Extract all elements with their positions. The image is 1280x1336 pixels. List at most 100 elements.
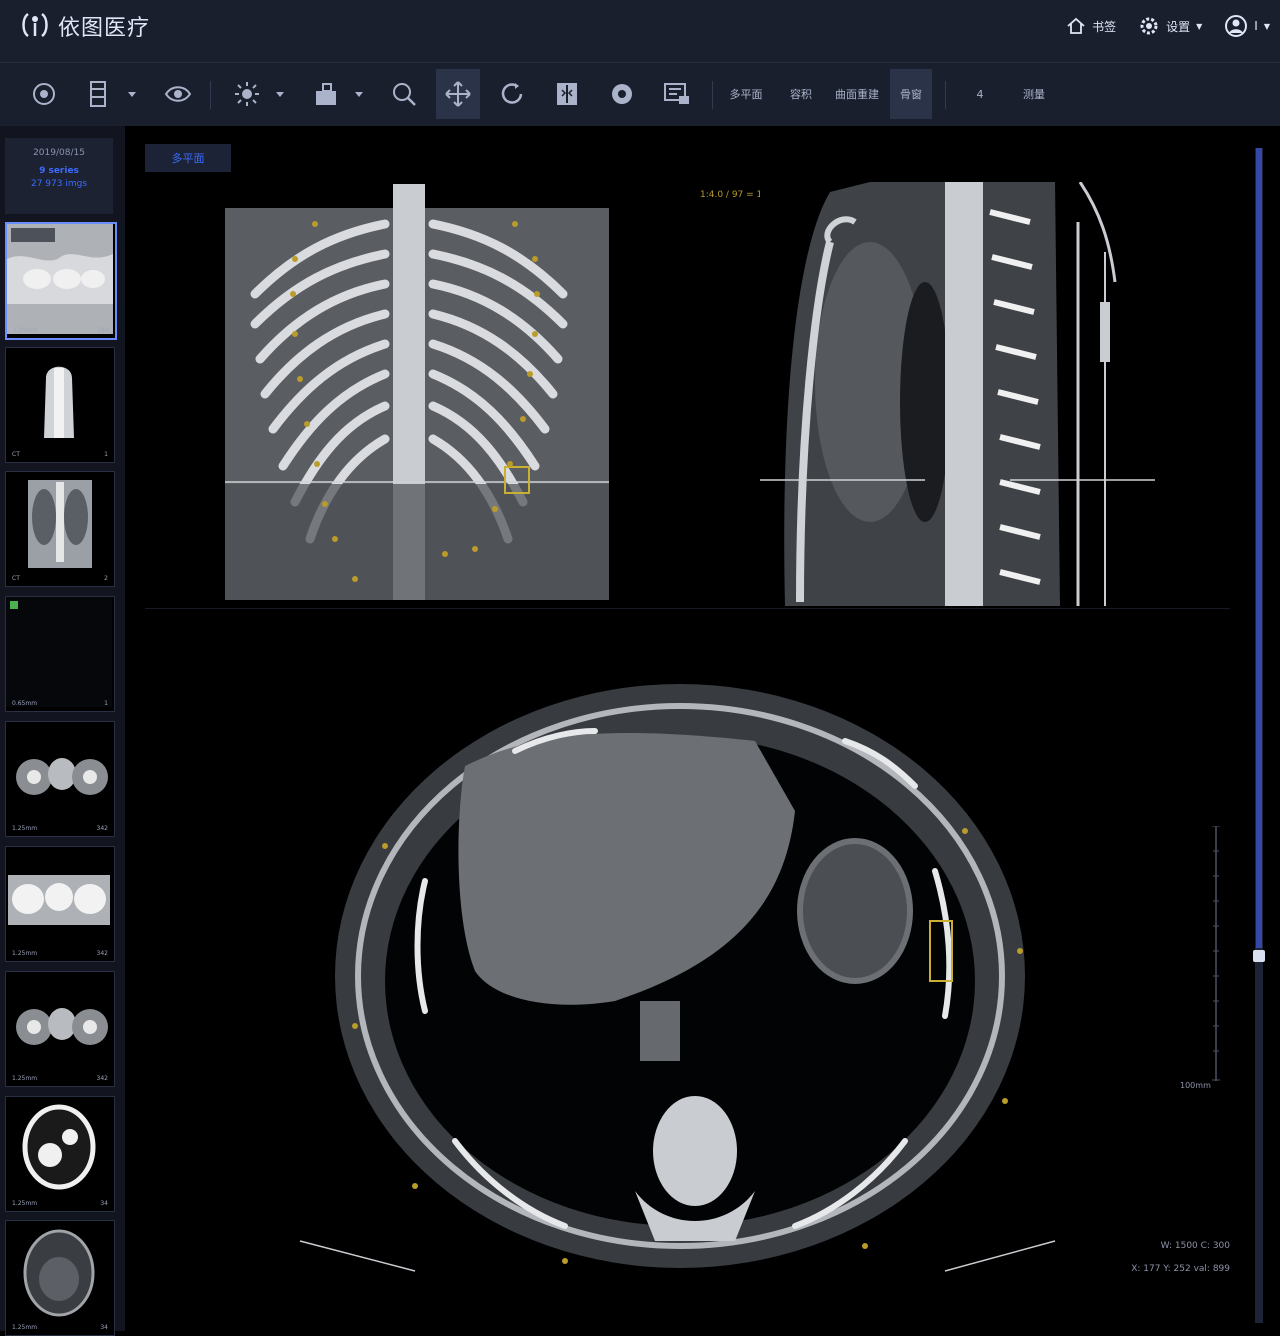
- thumbnail-label: 1.25mm: [13, 327, 39, 334]
- home-icon: [1067, 17, 1085, 34]
- brand-logo-icon: [22, 12, 48, 38]
- thumbnail-label: CT: [12, 575, 20, 582]
- thumbnail-label: 1.25mm: [12, 1324, 38, 1331]
- series-thumbnail[interactable]: CT 1: [5, 347, 115, 463]
- tab-bone-window[interactable]: 骨窗: [890, 69, 932, 119]
- brightness-dropdown-caret[interactable]: [276, 92, 284, 97]
- rotate-icon: [501, 83, 523, 104]
- thumbnail-image: [6, 472, 112, 582]
- export-icon: [664, 83, 689, 104]
- thumbnail-image: [6, 972, 112, 1082]
- series-thumbnail[interactable]: 1.25mm 342: [5, 971, 115, 1087]
- thumbnail-count: 34: [100, 1324, 108, 1331]
- series-thumbnail[interactable]: 0.65mm 1: [5, 596, 115, 712]
- thumbnail-count: 2: [104, 575, 108, 582]
- scale-ruler-label: 100mm: [1180, 1081, 1211, 1090]
- axial-viewport[interactable]: [295, 671, 1065, 1291]
- scale-ruler: [1212, 826, 1220, 1081]
- tab-four[interactable]: 4: [960, 69, 1000, 119]
- pan-icon: [445, 81, 471, 107]
- user-menu[interactable]: I ▼: [1224, 14, 1270, 38]
- slice-scrollbar-thumb[interactable]: [1253, 950, 1265, 962]
- thumbnail-count: 342: [96, 950, 108, 957]
- eye-icon: [164, 86, 192, 102]
- settings-icon: [612, 84, 632, 104]
- series-thumbnail[interactable]: 1.25mm 34: [5, 1096, 115, 1212]
- thumbnail-label: 1.25mm: [12, 950, 38, 957]
- image-viewer: 多平面 1:4.0 / 97 = 1m 100mm W: 1500 C: 300…: [125, 126, 1280, 1331]
- fill-dropdown-caret[interactable]: [355, 92, 363, 97]
- coronal-viewport[interactable]: [225, 184, 609, 604]
- series-thumbnail[interactable]: 1.25mm 34: [5, 1220, 115, 1336]
- thumbnail-label: 1.25mm: [12, 1200, 38, 1207]
- user-label: I: [1254, 19, 1258, 33]
- thumbnail-label: 0.65mm: [12, 700, 38, 707]
- user-avatar-icon: [1225, 15, 1248, 37]
- study-date: 2019/08/15: [33, 148, 85, 158]
- image-count: 27 973 imgs: [30, 179, 88, 189]
- tab-volume[interactable]: 容积: [778, 69, 824, 119]
- tab-multiplanar[interactable]: 多平面: [720, 69, 772, 119]
- chevron-down-icon: ▼: [1196, 21, 1203, 31]
- thumbnail-label: CT: [12, 451, 20, 458]
- thumbnail-label: 1.25mm: [12, 1075, 38, 1082]
- thumbnail-label: 1.25mm: [12, 825, 38, 832]
- home-button[interactable]: 书签: [1066, 16, 1116, 36]
- viewport-divider: [145, 608, 1230, 609]
- config-button[interactable]: [600, 69, 644, 119]
- toolbar: 多平面 容积 曲面重建 骨窗 4 测量: [0, 62, 1280, 127]
- view-mode-tag[interactable]: 多平面: [145, 144, 231, 172]
- thumbnail-image: [6, 597, 112, 707]
- series-thumbnail[interactable]: 1.25mm 342: [5, 222, 117, 340]
- home-label: 书签: [1092, 19, 1117, 34]
- chevron-down-icon: ▼: [1263, 21, 1270, 31]
- flip-button[interactable]: [545, 69, 589, 119]
- tab-curved-reconstruction[interactable]: 曲面重建: [830, 69, 884, 119]
- toolbar-separator: [712, 81, 713, 109]
- thumbnail-count: 34: [100, 1200, 108, 1207]
- brightness-icon: [235, 82, 259, 106]
- thumbnail-image: [6, 1097, 112, 1207]
- study-info-card[interactable]: 2019/08/15 9 series 27 973 imgs: [5, 138, 113, 214]
- series-thumbnail[interactable]: 1.25mm 342: [5, 721, 115, 837]
- series-thumbnail[interactable]: CT 2: [5, 471, 115, 587]
- settings-label: 设置: [1166, 19, 1191, 34]
- zoom-button[interactable]: [382, 69, 426, 119]
- thumbnail-count: 342: [97, 327, 109, 334]
- app-header: 依图医疗 书签 设置 ▼ I ▼: [0, 0, 1280, 62]
- fill-button[interactable]: [305, 69, 349, 119]
- sagittal-viewport[interactable]: [760, 181, 1160, 606]
- gear-icon: [1140, 17, 1158, 35]
- coronal-ct-image: [225, 184, 609, 604]
- layout-icon: [90, 81, 106, 107]
- thumbnail-count: 1: [104, 451, 108, 458]
- brand-logo[interactable]: 依图医疗: [20, 10, 150, 42]
- sagittal-ct-image: [760, 181, 1160, 606]
- brand-name: 依图医疗: [58, 16, 151, 41]
- aperture-button[interactable]: [22, 69, 66, 119]
- series-thumbnail[interactable]: 1.25mm 342: [5, 846, 115, 962]
- window-level-readout: W: 1500 C: 300: [1160, 1241, 1230, 1251]
- pan-button[interactable]: [436, 69, 480, 119]
- thumbnail-count: 342: [96, 825, 108, 832]
- tab-measure[interactable]: 测量: [1010, 69, 1058, 119]
- thumbnail-count: 1: [104, 700, 108, 707]
- export-button[interactable]: [655, 69, 699, 119]
- thumbnail-count: 342: [96, 1075, 108, 1082]
- settings-menu[interactable]: 设置 ▼: [1138, 15, 1202, 37]
- thumbnail-image: [6, 348, 112, 458]
- series-sidebar: 2019/08/15 9 series 27 973 imgs 1.25mm 3…: [0, 126, 125, 1336]
- thumbnail-image: [6, 722, 112, 832]
- layout-button[interactable]: [76, 69, 120, 119]
- visibility-button[interactable]: [156, 69, 200, 119]
- toolbar-separator: [945, 81, 946, 109]
- thumbnail-image: [7, 224, 113, 334]
- bucket-icon: [316, 83, 336, 105]
- thumbnail-image: [6, 847, 112, 957]
- thumbnail-image: [6, 1221, 112, 1331]
- series-count: 9 series: [39, 166, 79, 176]
- brightness-button[interactable]: [225, 69, 269, 119]
- layout-dropdown-caret[interactable]: [128, 92, 136, 97]
- rotate-button[interactable]: [490, 69, 534, 119]
- cursor-coordinate-readout: X: 177 Y: 252 val: 899: [1131, 1264, 1230, 1274]
